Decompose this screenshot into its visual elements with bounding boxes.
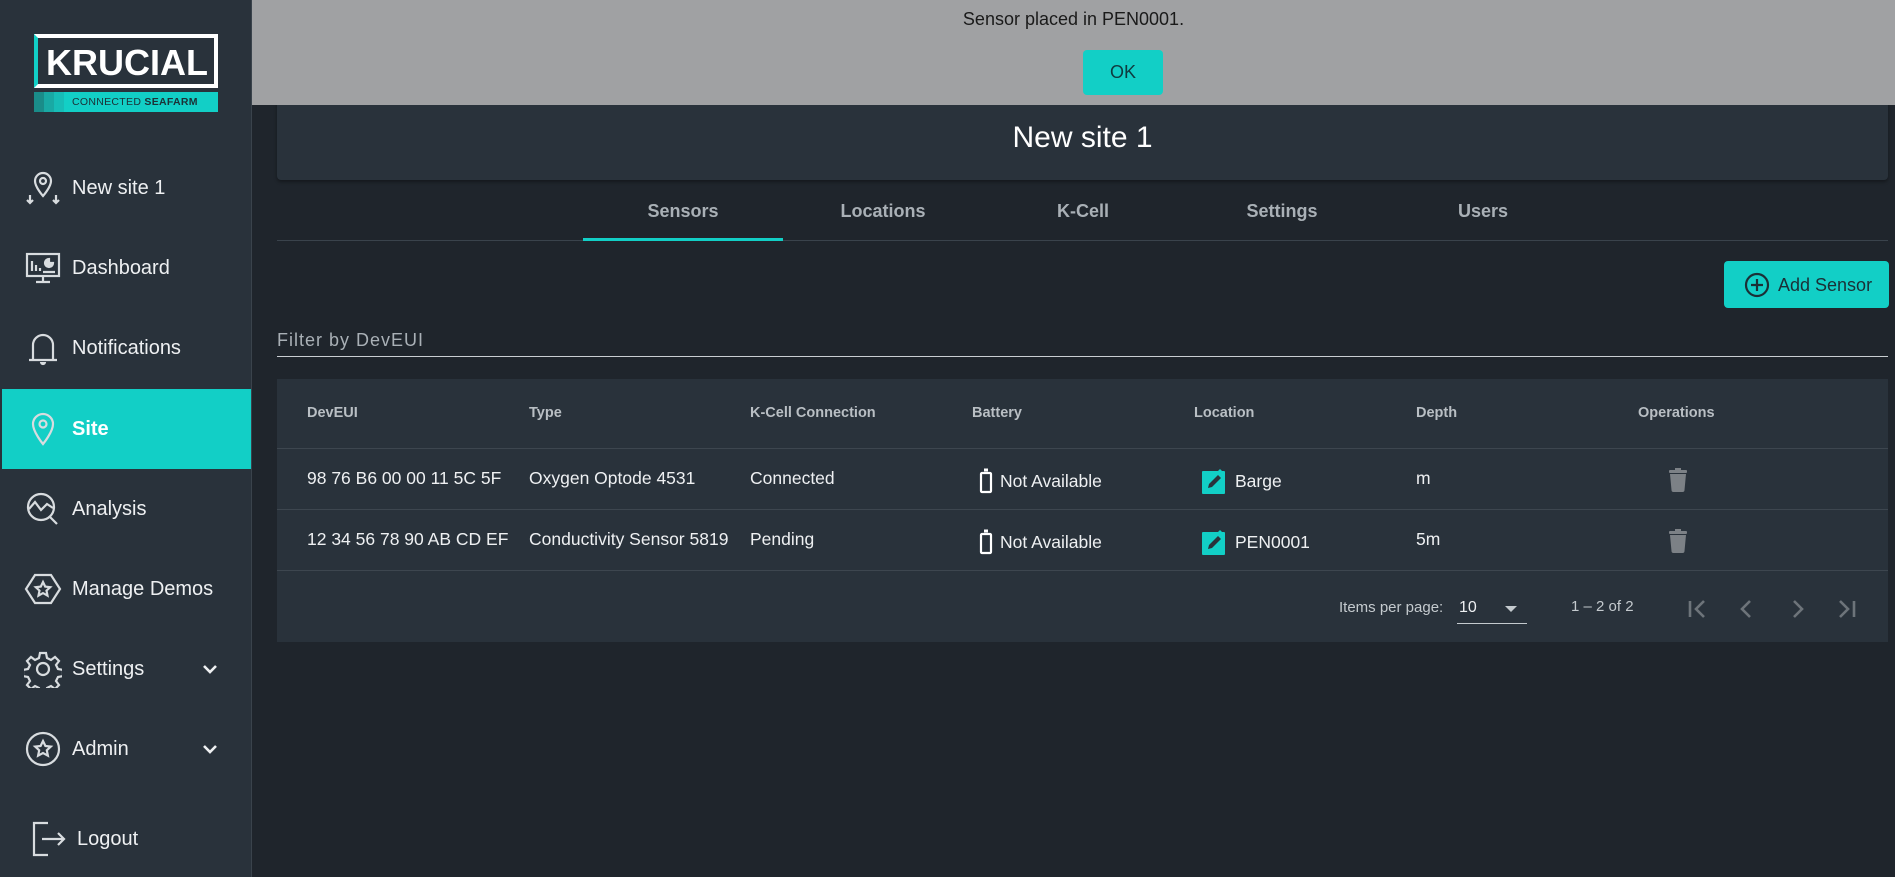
tab-users[interactable]: Users [1383, 181, 1583, 241]
sidebar-item-dashboard[interactable]: Dashboard [2, 228, 251, 308]
sidebar-item-label: Dashboard [72, 256, 170, 279]
sidebar-item-label: New site 1 [72, 176, 166, 199]
cell-depth: 5m [1416, 529, 1441, 549]
site-pin-icon [26, 171, 60, 205]
sidebar-item-logout[interactable]: Logout [2, 799, 251, 877]
krucial-logo[interactable]: KRUCIAL CONNECTED SEAFARM [34, 34, 218, 114]
tab-k-cell[interactable]: K-Cell [983, 181, 1183, 241]
column-header-battery[interactable]: Battery [972, 405, 1022, 421]
cell-kcell-connection: Pending [750, 529, 815, 549]
column-header-kcell-connection[interactable]: K-Cell Connection [750, 405, 876, 421]
cell-deveui: 98 76 B6 00 00 11 5C 5F [307, 468, 502, 488]
location-name: PEN0001 [1235, 531, 1310, 552]
sidebar: KRUCIAL CONNECTED SEAFARM New site 1 Das… [0, 0, 252, 877]
edit-location-icon[interactable] [1202, 468, 1228, 494]
sidebar-item-notifications[interactable]: Notifications [2, 308, 251, 388]
hexagon-star-icon [24, 573, 62, 605]
sidebar-item-label: Manage Demos [72, 577, 214, 600]
sidebar-item-site[interactable]: Site [2, 389, 251, 469]
sidebar-item-label: Settings [72, 657, 145, 680]
tab-settings[interactable]: Settings [1182, 181, 1382, 241]
battery-icon [979, 529, 993, 555]
location-name: Barge [1235, 470, 1282, 491]
cell-type: Conductivity Sensor 5819 [529, 529, 729, 549]
first-page-icon[interactable] [1680, 592, 1714, 626]
delete-icon[interactable] [1668, 468, 1688, 492]
paginator: Items per page: 10 1 – 2 of 2 [277, 572, 1888, 642]
logout-icon [32, 821, 66, 857]
logo-text: KRUCIAL [46, 42, 208, 83]
column-header-operations: Operations [1638, 405, 1715, 421]
filter-field [277, 325, 1888, 357]
tab-locations[interactable]: Locations [783, 181, 983, 241]
gear-icon [24, 651, 62, 688]
sidebar-item-label: Notifications [72, 336, 181, 359]
sidebar-item-label: Site [72, 417, 109, 440]
items-per-page-select[interactable]: 10 [1457, 594, 1527, 624]
cell-depth: m [1416, 468, 1431, 488]
page-range: 1 – 2 of 2 [1571, 598, 1634, 615]
battery-icon [979, 468, 993, 494]
star-circle-icon [25, 731, 61, 767]
last-page-icon[interactable] [1830, 592, 1864, 626]
battery-status: Not Available [1000, 470, 1102, 491]
cell-kcell-connection: Connected [750, 468, 835, 488]
chevron-down-icon[interactable] [200, 739, 220, 759]
column-header-depth[interactable]: Depth [1416, 405, 1457, 421]
items-per-page-label: Items per page: [1339, 599, 1444, 616]
column-header-location[interactable]: Location [1194, 405, 1254, 421]
filter-deveui-input[interactable] [277, 325, 1888, 355]
next-page-icon[interactable] [1780, 592, 1814, 626]
sidebar-item-label: Logout [77, 827, 139, 850]
cell-battery: Not Available [979, 529, 1102, 555]
column-header-type[interactable]: Type [529, 405, 562, 421]
battery-status: Not Available [1000, 531, 1102, 552]
edit-location-icon[interactable] [1202, 529, 1228, 555]
sidebar-item-settings[interactable]: Settings [2, 629, 251, 709]
sidebar-item-label: Admin [72, 737, 129, 760]
table-row: 12 34 56 78 90 AB CD EF Conductivity Sen… [277, 510, 1888, 571]
location-pin-icon [31, 412, 55, 446]
sensors-table: DevEUI Type K-Cell Connection Battery Lo… [277, 379, 1888, 642]
cell-battery: Not Available [979, 468, 1102, 494]
snackbar-message: Sensor placed in PEN0001. [962, 9, 1185, 29]
add-circle-icon [1744, 272, 1770, 298]
cell-deveui: 12 34 56 78 90 AB CD EF [307, 529, 509, 549]
logo-tagline-bar: CONNECTED SEAFARM [34, 92, 218, 112]
tab-sensors[interactable]: Sensors [583, 181, 783, 241]
dashboard-icon [25, 252, 61, 284]
sidebar-item-new-site-1[interactable]: New site 1 [2, 148, 251, 228]
add-sensor-button[interactable]: Add Sensor [1724, 261, 1889, 308]
page-title: New site 1 [1012, 121, 1153, 154]
table-row: 98 76 B6 00 00 11 5C 5F Oxygen Optode 45… [277, 449, 1888, 510]
logo-tagline: CONNECTED SEAFARM [72, 96, 198, 108]
logo-frame: KRUCIAL [34, 34, 218, 88]
previous-page-icon[interactable] [1730, 592, 1764, 626]
sidebar-item-admin[interactable]: Admin [2, 709, 251, 789]
cell-type: Oxygen Optode 4531 [529, 468, 696, 488]
dropdown-caret-icon [1505, 606, 1517, 612]
sidebar-item-analysis[interactable]: Analysis [2, 469, 251, 549]
chevron-down-icon[interactable] [200, 659, 220, 679]
site-header-card: New site 1 [277, 95, 1888, 180]
cell-location: PEN0001 [1202, 529, 1310, 555]
analysis-icon [26, 492, 58, 525]
add-sensor-label: Add Sensor [1778, 275, 1873, 295]
sidebar-item-manage-demos[interactable]: Manage Demos [2, 549, 251, 629]
ok-button[interactable]: OK [1083, 50, 1163, 95]
items-per-page-value: 10 [1459, 599, 1477, 616]
sidebar-item-label: Analysis [72, 497, 147, 520]
table-header: DevEUI Type K-Cell Connection Battery Lo… [277, 379, 1888, 449]
delete-icon[interactable] [1668, 529, 1688, 553]
bell-icon [29, 333, 57, 366]
cell-location: Barge [1202, 468, 1282, 494]
tab-bar: Sensors Locations K-Cell Settings Users [277, 181, 1888, 241]
snackbar-notification: Sensor placed in PEN0001. OK [252, 0, 1895, 105]
column-header-deveui[interactable]: DevEUI [307, 405, 358, 421]
